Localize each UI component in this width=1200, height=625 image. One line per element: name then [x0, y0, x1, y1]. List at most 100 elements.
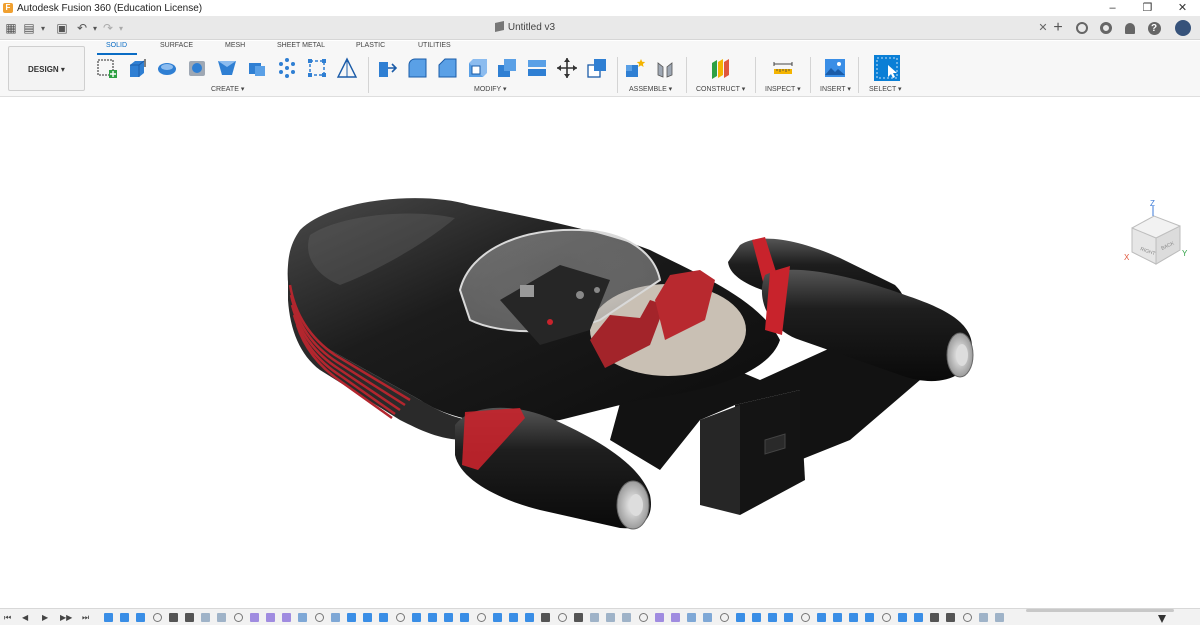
combine-icon[interactable]: [496, 57, 518, 79]
timeline-previous-button[interactable]: ◀: [22, 613, 28, 622]
timeline-feature-icon[interactable]: [784, 613, 794, 622]
timeline-feature-icon[interactable]: [330, 613, 340, 622]
shell-icon[interactable]: [466, 57, 488, 79]
timeline-feature-icon[interactable]: [930, 613, 940, 622]
timeline-feature-icon[interactable]: [590, 613, 599, 622]
scale-icon[interactable]: [586, 57, 608, 79]
timeline-feature-icon[interactable]: [120, 613, 130, 622]
offset-plane-icon[interactable]: [709, 57, 731, 79]
joint-icon[interactable]: [654, 57, 676, 79]
timeline-feature-icon[interactable]: [298, 613, 308, 622]
timeline-feature-icon[interactable]: [492, 613, 502, 622]
timeline-feature-icon[interactable]: [622, 613, 632, 622]
timeline-feature-icon[interactable]: [104, 613, 113, 622]
timeline-feature-icon[interactable]: [347, 613, 356, 622]
tab-solid[interactable]: SOLID: [106, 42, 127, 49]
timeline-feature-icon[interactable]: [946, 613, 956, 622]
timeline-marker[interactable]: [1158, 615, 1166, 623]
help-button[interactable]: ?: [1142, 16, 1166, 40]
timeline-first-button[interactable]: ⏮: [4, 613, 11, 623]
thicken-icon[interactable]: [336, 57, 358, 79]
timeline-feature-icon[interactable]: [185, 613, 194, 622]
timeline-next-button[interactable]: ▶▶: [60, 613, 72, 622]
timeline-feature-icon[interactable]: [849, 613, 859, 622]
restore-button[interactable]: ❐: [1130, 0, 1165, 16]
press-pull-icon[interactable]: [376, 57, 398, 79]
move-copy-icon[interactable]: [556, 57, 578, 79]
account-button[interactable]: [1166, 16, 1200, 40]
timeline-feature-icon[interactable]: [557, 613, 567, 622]
timeline-feature-icon[interactable]: [687, 613, 697, 622]
timeline-feature-icon[interactable]: [201, 613, 211, 622]
tab-surface[interactable]: SURFACE: [160, 42, 193, 49]
box-icon[interactable]: [246, 57, 268, 79]
timeline-feature-icon[interactable]: [962, 613, 972, 622]
split-body-icon[interactable]: [526, 57, 548, 79]
measure-icon[interactable]: [772, 57, 794, 79]
new-tab-button[interactable]: +: [1046, 16, 1070, 40]
timeline-feature-icon[interactable]: [654, 613, 664, 622]
timeline-feature-icon[interactable]: [525, 613, 535, 622]
timeline-feature-icon[interactable]: [249, 613, 259, 622]
timeline-feature-icon[interactable]: [395, 613, 405, 622]
new-component-icon[interactable]: [624, 57, 646, 79]
timeline-feature-icon[interactable]: [768, 613, 778, 622]
timeline-feature-icon[interactable]: [703, 613, 713, 622]
timeline-feature-icon[interactable]: [573, 613, 583, 622]
minimize-button[interactable]: –: [1095, 0, 1130, 16]
timeline-feature-icon[interactable]: [428, 613, 437, 622]
timeline-feature-icon[interactable]: [865, 613, 875, 622]
timeline-feature-icon[interactable]: [671, 613, 680, 622]
timeline-feature-icon[interactable]: [914, 613, 923, 622]
job-status-button[interactable]: [1094, 16, 1118, 40]
timeline-feature-icon[interactable]: [752, 613, 761, 622]
extrude-icon[interactable]: [126, 57, 148, 79]
document-tab[interactable]: Untitled v3: [0, 16, 1050, 40]
timeline-feature-icon[interactable]: [282, 613, 292, 622]
modify-menu[interactable]: MODIFY ▾: [474, 85, 507, 93]
insert-menu[interactable]: INSERT ▾: [820, 85, 851, 93]
tab-utilities[interactable]: UTILITIES: [418, 42, 451, 49]
select-menu[interactable]: SELECT ▾: [869, 85, 902, 93]
timeline-feature-icon[interactable]: [363, 613, 373, 622]
assemble-menu[interactable]: ASSEMBLE ▾: [629, 85, 672, 93]
create-menu[interactable]: CREATE ▾: [211, 85, 244, 93]
timeline-feature-icon[interactable]: [266, 613, 275, 622]
timeline-feature-icon[interactable]: [379, 613, 389, 622]
notifications-button[interactable]: [1118, 16, 1142, 40]
timeline-play-button[interactable]: ▶: [42, 613, 48, 622]
canvas-viewport[interactable]: RIGHT BACK Z X Y: [0, 98, 1200, 608]
timeline-feature-icon[interactable]: [995, 613, 1004, 622]
viewcube[interactable]: RIGHT BACK Z X Y: [1122, 198, 1190, 270]
timeline-feature-icon[interactable]: [816, 613, 826, 622]
timeline-feature-icon[interactable]: [541, 613, 551, 622]
timeline-feature-icon[interactable]: [719, 613, 729, 622]
mirror-icon[interactable]: [306, 57, 328, 79]
revolve-icon[interactable]: [156, 57, 178, 79]
timeline-feature-icon[interactable]: [606, 613, 616, 622]
construct-menu[interactable]: CONSTRUCT ▾: [696, 85, 745, 93]
timeline-feature-icon[interactable]: [638, 613, 648, 622]
tab-sheet-metal[interactable]: SHEET METAL: [277, 42, 325, 49]
timeline-feature-icon[interactable]: [460, 613, 470, 622]
create-sketch-icon[interactable]: [96, 57, 118, 79]
tab-plastic[interactable]: PLASTIC: [356, 42, 385, 49]
timeline-feature-icon[interactable]: [233, 613, 243, 622]
loft-icon[interactable]: [216, 57, 238, 79]
timeline-feature-icon[interactable]: [168, 613, 178, 622]
timeline-feature-icon[interactable]: [978, 613, 988, 622]
close-window-button[interactable]: ✕: [1165, 0, 1200, 16]
timeline-feature-icon[interactable]: [735, 613, 745, 622]
select-icon[interactable]: [874, 55, 900, 81]
extensions-button[interactable]: [1070, 16, 1094, 40]
inspect-menu[interactable]: INSPECT ▾: [765, 85, 801, 93]
timeline-feature-icon[interactable]: [881, 613, 891, 622]
workspace-switcher[interactable]: DESIGN ▾: [8, 46, 85, 91]
timeline-scrollbar[interactable]: [1026, 609, 1174, 612]
timeline-feature-icon[interactable]: [217, 613, 227, 622]
timeline-feature-icon[interactable]: [897, 613, 907, 622]
timeline-feature-icon[interactable]: [509, 613, 518, 622]
tab-mesh[interactable]: MESH: [225, 42, 245, 49]
timeline-feature-icon[interactable]: [444, 613, 454, 622]
timeline-feature-icon[interactable]: [800, 613, 810, 622]
